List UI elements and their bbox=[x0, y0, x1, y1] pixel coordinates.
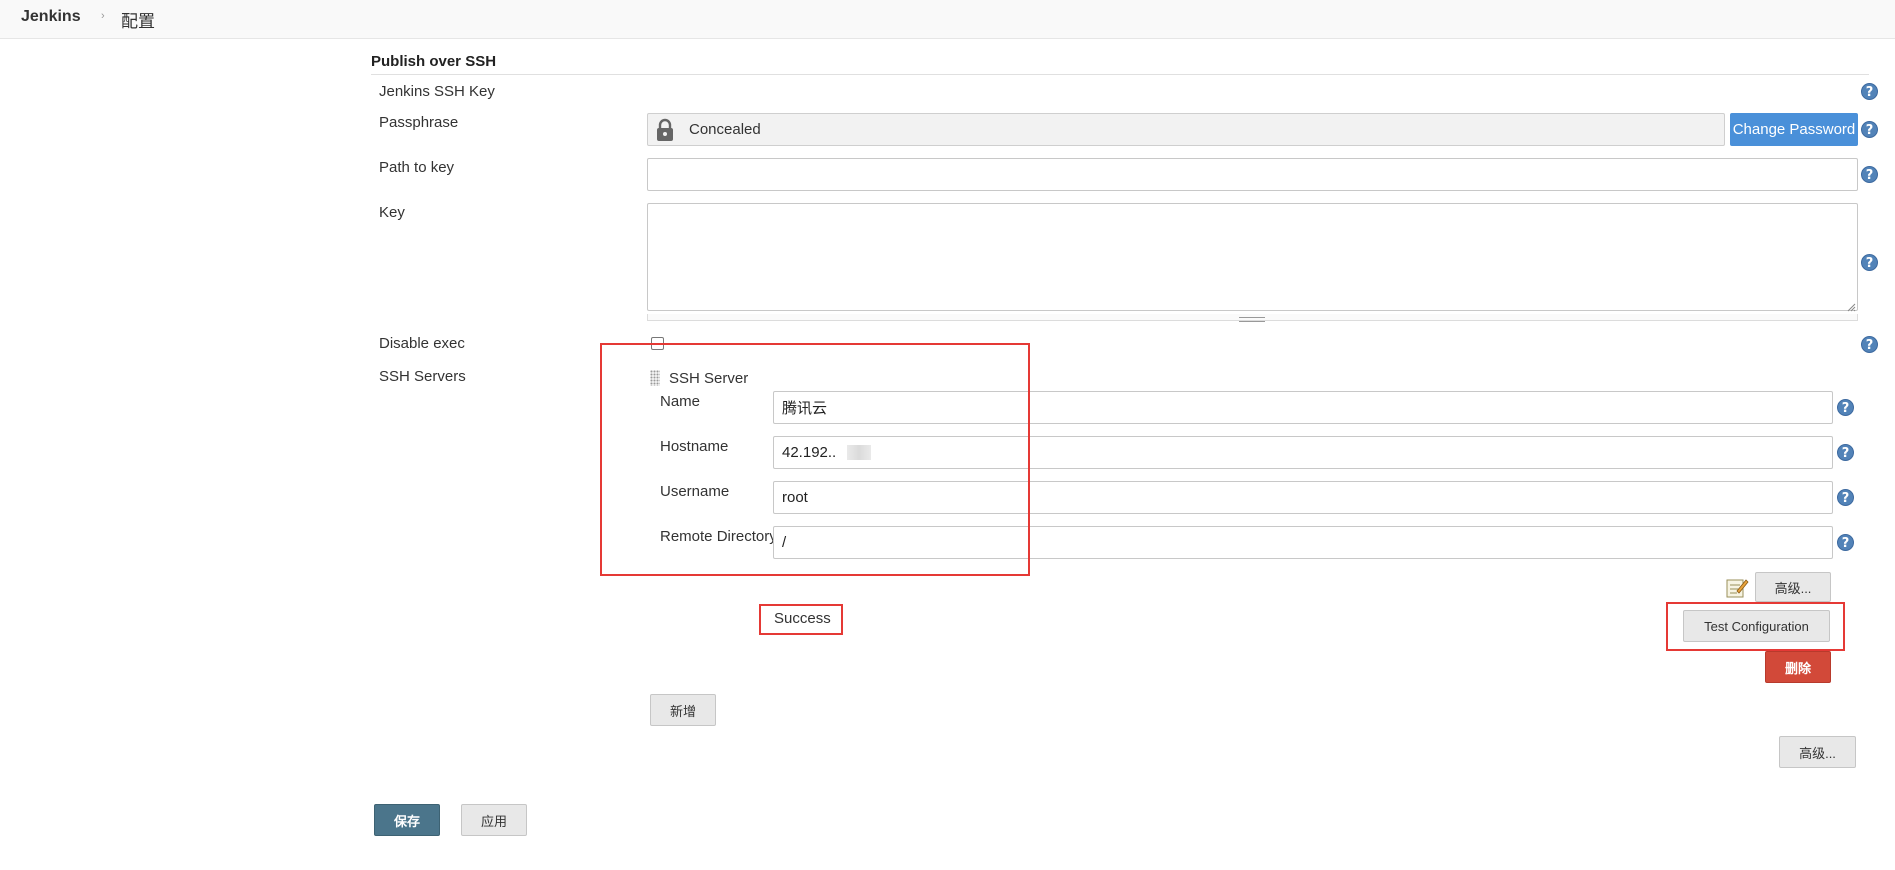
add-server-button[interactable]: 新增 bbox=[650, 694, 716, 726]
help-icon-path-to-key[interactable]: ? bbox=[1861, 166, 1878, 183]
server-advanced-button[interactable]: 高级... bbox=[1755, 572, 1831, 602]
lock-icon bbox=[655, 118, 675, 142]
ssh-servers-label: SSH Servers bbox=[379, 368, 466, 385]
highlight-box-server bbox=[600, 343, 1030, 576]
help-icon-disable-exec[interactable]: ? bbox=[1861, 336, 1878, 353]
breadcrumb-bar bbox=[0, 0, 1895, 39]
help-icon-hostname[interactable]: ? bbox=[1837, 444, 1854, 461]
change-password-button[interactable]: Change Password bbox=[1730, 113, 1858, 146]
disable-exec-label: Disable exec bbox=[379, 335, 465, 352]
notepad-edit-icon[interactable] bbox=[1725, 575, 1749, 599]
section-advanced-button[interactable]: 高级... bbox=[1779, 736, 1856, 768]
ssh-key-label: Jenkins SSH Key bbox=[379, 83, 495, 100]
help-icon-remote-directory[interactable]: ? bbox=[1837, 534, 1854, 551]
passphrase-label: Passphrase bbox=[379, 114, 459, 131]
test-status-text: Success bbox=[774, 610, 831, 627]
textarea-resize-handle-icon[interactable] bbox=[1847, 299, 1856, 312]
key-label: Key bbox=[379, 204, 405, 221]
path-to-key-input[interactable] bbox=[647, 158, 1858, 191]
section-title: Publish over SSH bbox=[371, 53, 497, 70]
save-button[interactable]: 保存 bbox=[374, 804, 440, 836]
grip-icon bbox=[1239, 317, 1265, 322]
key-textarea[interactable] bbox=[647, 203, 1858, 311]
breadcrumb-jenkins-link[interactable]: Jenkins bbox=[21, 8, 81, 26]
help-icon-username[interactable]: ? bbox=[1837, 489, 1854, 506]
section-divider bbox=[371, 74, 1869, 75]
help-icon-key[interactable]: ? bbox=[1861, 254, 1878, 271]
delete-server-button[interactable]: 删除 bbox=[1765, 651, 1831, 683]
path-to-key-label: Path to key bbox=[379, 159, 455, 176]
test-configuration-button[interactable]: Test Configuration bbox=[1683, 610, 1830, 642]
passphrase-concealed-text: Concealed bbox=[689, 121, 761, 138]
breadcrumb-separator-icon: › bbox=[101, 10, 105, 22]
help-icon-server-name[interactable]: ? bbox=[1837, 399, 1854, 416]
apply-button[interactable]: 应用 bbox=[461, 804, 527, 836]
help-icon-passphrase[interactable]: ? bbox=[1861, 121, 1878, 138]
passphrase-concealed-field bbox=[647, 113, 1725, 146]
breadcrumb-current-page[interactable]: 配置 bbox=[121, 7, 155, 32]
help-icon-ssh-key[interactable]: ? bbox=[1861, 83, 1878, 100]
